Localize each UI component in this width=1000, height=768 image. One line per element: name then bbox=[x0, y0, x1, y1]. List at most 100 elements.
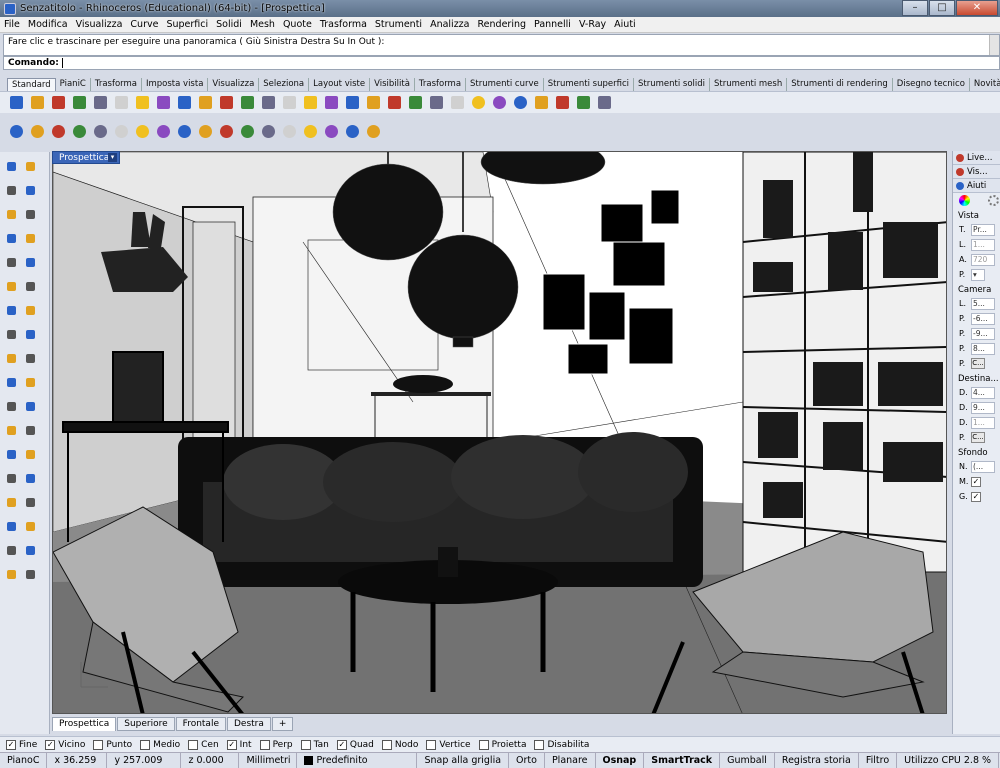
lock-icon[interactable] bbox=[386, 94, 403, 111]
ellipse-icon[interactable] bbox=[22, 206, 39, 223]
tab-strumenti-solidi[interactable]: Strumenti solidi bbox=[634, 78, 710, 91]
group-icon[interactable] bbox=[22, 422, 39, 439]
save-icon[interactable] bbox=[50, 94, 67, 111]
osnap-disabilita[interactable]: Disabilita bbox=[534, 739, 589, 750]
osnap-checkbox[interactable]: ✓ bbox=[6, 739, 16, 750]
vray-sun-icon[interactable] bbox=[134, 123, 151, 140]
panel-tab-1[interactable]: Vis... bbox=[953, 165, 1000, 179]
check-icon[interactable] bbox=[22, 542, 39, 559]
hand-pan-icon[interactable] bbox=[197, 94, 214, 111]
vray-arrow-icon[interactable] bbox=[365, 123, 382, 140]
vray-spot-icon[interactable] bbox=[323, 123, 340, 140]
sfondo-checkbox[interactable]: ✓ bbox=[971, 476, 981, 487]
new-file-icon[interactable] bbox=[8, 94, 25, 111]
menu-item-superfici[interactable]: Superfici bbox=[166, 19, 208, 30]
cylinder-icon[interactable] bbox=[3, 350, 20, 367]
scissors-icon[interactable] bbox=[113, 94, 130, 111]
vista-value-field[interactable]: 1... bbox=[971, 238, 995, 251]
osnap-punto[interactable]: Punto bbox=[93, 739, 132, 750]
status-toggle-orto[interactable]: Orto bbox=[509, 752, 545, 768]
menu-item-v-ray[interactable]: V-Ray bbox=[579, 19, 606, 30]
rotate-view-icon[interactable] bbox=[302, 94, 319, 111]
vray-material-icon[interactable] bbox=[29, 123, 46, 140]
status-toggle-smarttrack[interactable]: SmartTrack bbox=[644, 752, 721, 768]
offset-icon[interactable] bbox=[22, 278, 39, 295]
status-toggle-filtro[interactable]: Filtro bbox=[859, 752, 898, 768]
vray-options-icon[interactable] bbox=[50, 123, 67, 140]
analyze-icon[interactable] bbox=[22, 494, 39, 511]
panel-tab-0[interactable]: Live... bbox=[953, 151, 1000, 165]
surface-icon[interactable] bbox=[3, 302, 20, 319]
tab-strumenti-curve[interactable]: Strumenti curve bbox=[466, 78, 544, 91]
pointer-icon[interactable] bbox=[533, 94, 550, 111]
extrude-icon[interactable] bbox=[22, 350, 39, 367]
trim-icon[interactable] bbox=[22, 374, 39, 391]
vray-sphere-icon[interactable] bbox=[260, 123, 277, 140]
status-toggle-planare[interactable]: Planare bbox=[545, 752, 596, 768]
status-toggle-gumball[interactable]: Gumball bbox=[720, 752, 775, 768]
render-icon[interactable] bbox=[3, 518, 20, 535]
camera-value-field[interactable]: 5... bbox=[971, 297, 995, 310]
tab-visibilit-[interactable]: Visibilità bbox=[370, 78, 415, 91]
maximize-button[interactable]: □ bbox=[929, 0, 955, 16]
cplane-status[interactable]: PianoC bbox=[0, 752, 48, 768]
tab-pianic[interactable]: PianiC bbox=[56, 78, 91, 91]
destinazione-button[interactable]: C... bbox=[971, 432, 985, 443]
osnap-checkbox[interactable] bbox=[188, 739, 199, 750]
layer-status[interactable]: Predefinito bbox=[297, 752, 418, 768]
osnap-checkbox[interactable] bbox=[259, 739, 270, 750]
add-viewport-button[interactable]: + bbox=[271, 717, 294, 731]
osnap-checkbox[interactable] bbox=[534, 739, 545, 750]
loft-icon[interactable] bbox=[22, 302, 39, 319]
box-icon[interactable] bbox=[3, 326, 20, 343]
osnap-vertice[interactable]: Vertice bbox=[426, 739, 471, 750]
destinazione-value-field[interactable]: 4... bbox=[971, 386, 995, 399]
settings-gear-icon[interactable] bbox=[988, 195, 999, 206]
mirror-icon[interactable] bbox=[3, 446, 20, 463]
vray-sun2-icon[interactable] bbox=[218, 123, 235, 140]
vray-r-icon[interactable] bbox=[71, 123, 88, 140]
lightbulb-icon[interactable] bbox=[407, 94, 424, 111]
sfondo-value-field[interactable]: (... bbox=[971, 460, 995, 473]
polyline-icon[interactable] bbox=[3, 182, 20, 199]
osnap-checkbox[interactable] bbox=[381, 739, 392, 750]
menu-item-quote[interactable]: Quote bbox=[283, 19, 312, 30]
curve-icon[interactable] bbox=[22, 182, 39, 199]
viewport-prospettica[interactable] bbox=[52, 151, 947, 714]
camera-value-field[interactable]: -6... bbox=[971, 312, 995, 325]
text-icon[interactable] bbox=[3, 470, 20, 487]
cut-icon[interactable] bbox=[92, 94, 109, 111]
osnap-vicino[interactable]: ✓ Vicino bbox=[45, 739, 85, 750]
osnap-checkbox[interactable] bbox=[93, 739, 104, 750]
zoom-extents-icon[interactable] bbox=[281, 94, 298, 111]
vray-m-icon[interactable] bbox=[8, 123, 25, 140]
print-icon[interactable] bbox=[71, 94, 88, 111]
boolean-icon[interactable] bbox=[3, 422, 20, 439]
status-toggle-utilizzo-cpu-2-8-[interactable]: Utilizzo CPU 2.8 % bbox=[897, 752, 1000, 768]
split-icon[interactable] bbox=[3, 374, 20, 391]
polygon-icon[interactable] bbox=[3, 254, 20, 271]
tab-layout-viste[interactable]: Layout viste bbox=[309, 78, 371, 91]
material-icon[interactable] bbox=[22, 518, 39, 535]
sphere-icon[interactable] bbox=[491, 94, 508, 111]
panel-tab-2[interactable]: Aiuti bbox=[953, 179, 1000, 193]
osnap-checkbox[interactable] bbox=[426, 739, 437, 750]
tab-standard[interactable]: Standard bbox=[7, 78, 56, 91]
osnap-checkbox[interactable] bbox=[140, 739, 151, 750]
osnap-perp[interactable]: Perp bbox=[259, 739, 293, 750]
command-input[interactable]: Comando: bbox=[3, 56, 1000, 70]
tab-trasforma[interactable]: Trasforma bbox=[415, 78, 467, 91]
vray-dome-icon[interactable] bbox=[302, 123, 319, 140]
vista-value-field[interactable]: Pr... bbox=[971, 223, 995, 236]
car-icon[interactable] bbox=[344, 94, 361, 111]
zoom-icon[interactable] bbox=[239, 94, 256, 111]
vista-dropdown[interactable]: ▾ bbox=[971, 268, 985, 281]
move-icon[interactable] bbox=[218, 94, 235, 111]
render-sphere-icon[interactable] bbox=[470, 94, 487, 111]
osnap-checkbox[interactable]: ✓ bbox=[45, 739, 56, 750]
menu-item-mesh[interactable]: Mesh bbox=[250, 19, 275, 30]
menu-item-modifica[interactable]: Modifica bbox=[28, 19, 68, 30]
tab-strumenti-di-rendering[interactable]: Strumenti di rendering bbox=[787, 78, 893, 91]
four-viewports-icon[interactable] bbox=[323, 94, 340, 111]
tab-seleziona[interactable]: Seleziona bbox=[259, 78, 310, 91]
